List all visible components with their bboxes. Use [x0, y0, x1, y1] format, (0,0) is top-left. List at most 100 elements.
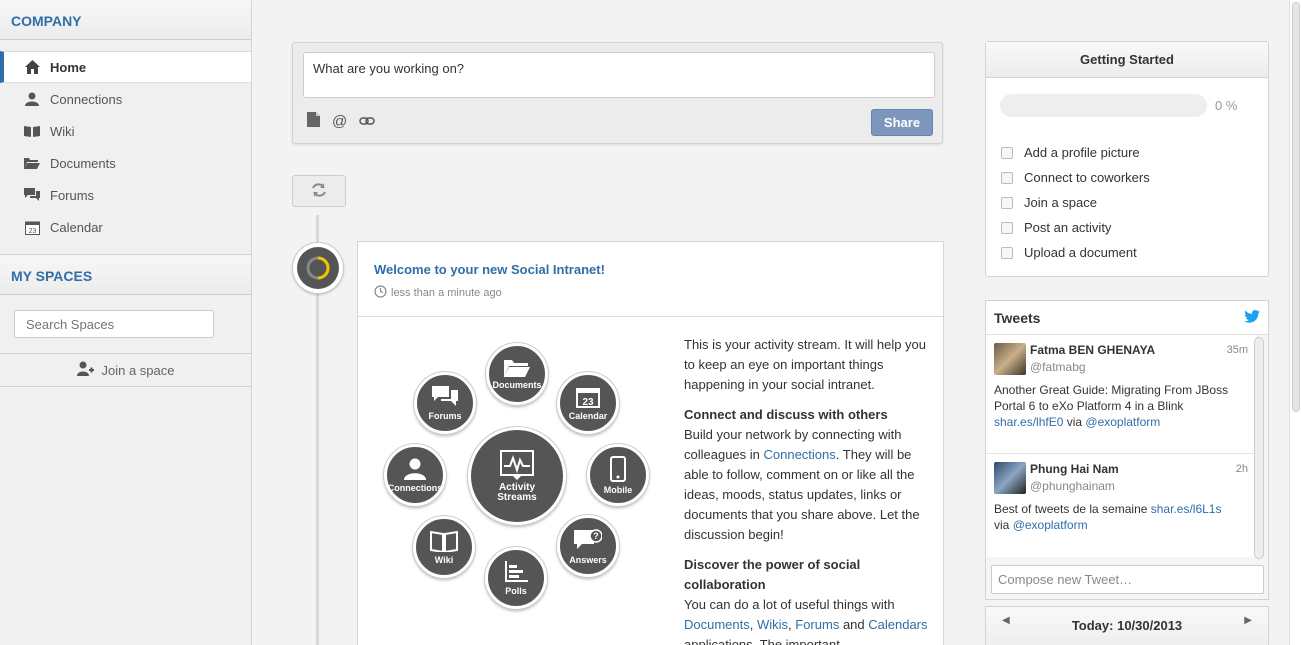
tweets-header: Tweets [986, 301, 1268, 335]
mobile-icon [610, 455, 626, 482]
activity-description: This is your activity stream. It will he… [684, 335, 929, 645]
folder-icon [24, 155, 40, 171]
user-icon [24, 91, 40, 107]
chat-icon [432, 385, 458, 406]
checkbox[interactable] [1001, 171, 1013, 184]
connect-paragraph: Connect and discuss with others Build yo… [684, 405, 929, 545]
link-icon[interactable] [359, 114, 375, 129]
intro-paragraph: This is your activity stream. It will he… [684, 337, 927, 392]
next-day-icon[interactable]: ▶ [1244, 615, 1252, 626]
search-spaces-input[interactable] [14, 310, 214, 338]
activity-avatar[interactable] [292, 242, 344, 294]
progress-bar [1000, 94, 1207, 117]
activity-time-text: less than a minute ago [391, 287, 502, 299]
tweet-text: Another Great Guide: Migrating From JBos… [994, 383, 1229, 429]
discover-heading: Discover the power of social collaborati… [684, 557, 861, 592]
sidebar-item-home[interactable]: Home [0, 51, 251, 83]
sidebar-item-documents[interactable]: Documents [0, 147, 251, 179]
company-title: COMPANY [0, 0, 251, 40]
company-nav: Home Connections Wiki Documents Forums 2… [0, 40, 251, 255]
join-space-label: Join a space [101, 362, 175, 378]
activity-header: Welcome to your new Social Intranet! les… [358, 242, 943, 317]
checkbox[interactable] [1001, 246, 1013, 259]
tweet-author[interactable]: Fatma BEN GHENAYA [1030, 343, 1248, 357]
refresh-icon [311, 182, 327, 201]
calendar-widget: ◀ Today: 10/30/2013 ▶ [985, 606, 1269, 645]
twitter-bird-icon[interactable] [1244, 309, 1260, 326]
sidebar-item-label: Home [50, 59, 87, 75]
status-input[interactable]: What are you working on? [303, 52, 935, 98]
sidebar-item-connections[interactable]: Connections [0, 83, 251, 115]
calendar-today-label: Today: 10/30/2013 [1071, 618, 1183, 633]
tweet-mention[interactable]: @exoplatform [1085, 415, 1160, 429]
sidebar-item-calendar[interactable]: 23 Calendar [0, 211, 251, 243]
status-composer: What are you working on? @ Share [292, 42, 943, 144]
book-icon [24, 123, 40, 139]
tweet-link[interactable]: shar.es/lhfE0 [994, 415, 1063, 429]
activity-title[interactable]: Welcome to your new Social Intranet! [374, 262, 927, 277]
tweet-item: Fatma BEN GHENAYA @fatmabg 35m Another G… [986, 335, 1256, 454]
activity-card: Welcome to your new Social Intranet! les… [357, 241, 944, 645]
task-item[interactable]: Post an activity [1001, 215, 1150, 240]
sidebar-item-label: Connections [50, 91, 123, 107]
chat-icon [24, 187, 40, 203]
discover-paragraph: Discover the power of social collaborati… [684, 557, 928, 645]
calendar-icon: 23 [576, 387, 600, 408]
mention-icon[interactable]: @ [332, 113, 347, 130]
calendars-link[interactable]: Calendars [868, 617, 927, 632]
checkbox[interactable] [1001, 146, 1013, 159]
tweet-author[interactable]: Phung Hai Nam [1030, 462, 1248, 476]
calendar-icon: 23 [24, 219, 40, 235]
composer-tools: @ [307, 112, 375, 130]
checkbox[interactable] [1001, 221, 1013, 234]
task-item[interactable]: Add a profile picture [1001, 140, 1150, 165]
sidebar-item-label: Documents [50, 155, 116, 171]
scrollbar-thumb[interactable] [1292, 2, 1300, 412]
bubble-mobile: Mobile [587, 444, 649, 506]
bubble-connections: Connections [384, 444, 446, 506]
sidebar: COMPANY Home Connections Wiki Documents … [0, 0, 252, 645]
bubble-wiki: Wiki [413, 516, 475, 578]
documents-link[interactable]: Documents [684, 617, 750, 632]
sidebar-item-wiki[interactable]: Wiki [0, 115, 251, 147]
refresh-button[interactable] [292, 175, 346, 207]
tasks-list: Add a profile picture Connect to coworke… [1001, 140, 1150, 265]
tweets-list: Fatma BEN GHENAYA @fatmabg 35m Another G… [986, 335, 1256, 557]
getting-started-widget: Getting Started 0 % Add a profile pictur… [985, 41, 1269, 277]
clock-icon [374, 285, 387, 301]
compose-tweet-input[interactable]: Compose new Tweet… [991, 565, 1264, 594]
tweet-handle: @fatmabg [1030, 360, 1086, 374]
svg-text:23: 23 [582, 397, 594, 408]
bubble-polls: Polls [485, 547, 547, 609]
getting-started-title: Getting Started [986, 42, 1268, 78]
bubble-forums: Forums [414, 372, 476, 434]
task-item[interactable]: Join a space [1001, 190, 1150, 215]
tweet-mention[interactable]: @exoplatform [1013, 518, 1088, 532]
avatar[interactable] [994, 462, 1026, 494]
sidebar-item-label: Forums [50, 187, 95, 203]
attach-file-icon[interactable] [307, 112, 320, 130]
question-bubble-icon: ? [574, 528, 602, 549]
connections-link[interactable]: Connections [764, 447, 836, 462]
home-icon [24, 59, 40, 75]
bubble-answers: ? Answers [557, 515, 619, 577]
progress-percent: 0 % [1215, 98, 1238, 113]
page-scrollbar[interactable] [1289, 0, 1301, 645]
tweets-scrollbar[interactable] [1254, 337, 1264, 559]
checkbox[interactable] [1001, 196, 1013, 209]
loading-spinner-icon [297, 247, 339, 289]
bubble-documents: Documents [486, 343, 548, 405]
bubble-calendar: 23 Calendar [557, 372, 619, 434]
forums-link[interactable]: Forums [795, 617, 839, 632]
share-button[interactable]: Share [871, 109, 933, 136]
tweet-item: Phung Hai Nam @phunghainam 2h Best of tw… [986, 454, 1256, 557]
tweet-link[interactable]: shar.es/l6L1s [1151, 502, 1222, 516]
task-item[interactable]: Connect to coworkers [1001, 165, 1150, 190]
task-item[interactable]: Upload a document [1001, 240, 1150, 265]
sidebar-item-forums[interactable]: Forums [0, 179, 251, 211]
tweets-title: Tweets [994, 309, 1041, 326]
connect-heading: Connect and discuss with others [684, 407, 888, 422]
wikis-link[interactable]: Wikis [757, 617, 788, 632]
avatar[interactable] [994, 343, 1026, 375]
join-space-button[interactable]: Join a space [0, 354, 251, 387]
